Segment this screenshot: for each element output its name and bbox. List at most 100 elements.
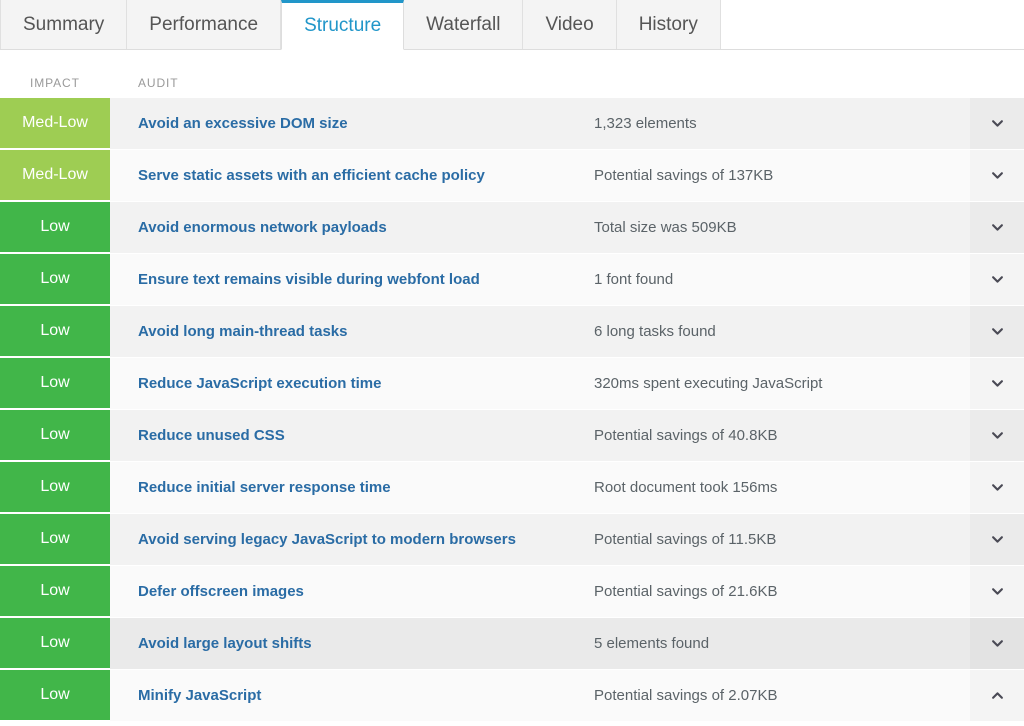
- impact-badge: Low: [0, 254, 110, 305]
- chevron-down-icon: [991, 325, 1004, 338]
- audit-link[interactable]: Reduce JavaScript execution time: [138, 375, 381, 392]
- audit-value: 320ms spent executing JavaScript: [590, 358, 970, 409]
- table-row[interactable]: Low Avoid long main-thread tasks 6 long ta…: [0, 306, 1024, 358]
- chevron-down-icon: [991, 429, 1004, 442]
- expand-toggle-button[interactable]: [970, 98, 1024, 149]
- chevron-down-icon: [991, 221, 1004, 234]
- table-row[interactable]: Low Reduce JavaScript execution time 320ms…: [0, 358, 1024, 410]
- impact-badge-label: Low: [40, 322, 69, 340]
- impact-badge-label: Low: [40, 426, 69, 444]
- impact-badge: Low: [0, 358, 110, 409]
- impact-badge-label: Low: [40, 218, 69, 236]
- audit-cell: Reduce initial server response time: [110, 462, 590, 513]
- expand-toggle-button[interactable]: [970, 150, 1024, 201]
- audit-cell: Ensure text remains visible during webfo…: [110, 254, 590, 305]
- audit-value: Total size was 509KB: [590, 202, 970, 253]
- expand-toggle-button[interactable]: [970, 670, 1024, 721]
- audit-link[interactable]: Avoid large layout shifts: [138, 635, 312, 652]
- expand-toggle-button[interactable]: [970, 462, 1024, 513]
- impact-badge-label: Low: [40, 478, 69, 496]
- audit-cell: Avoid enormous network payloads: [110, 202, 590, 253]
- tab-structure[interactable]: Structure: [281, 0, 404, 50]
- table-row[interactable]: Low Ensure text remains visible during we…: [0, 254, 1024, 306]
- table-row[interactable]: LowMinify JavaScriptPotential savings of…: [0, 670, 1024, 722]
- audit-cell: Avoid long main-thread tasks: [110, 306, 590, 357]
- tab-label: Structure: [304, 15, 381, 37]
- tab-performance[interactable]: Performance: [127, 0, 281, 49]
- table-row[interactable]: Low Avoid large layout shifts 5 elements f…: [0, 618, 1024, 670]
- expand-toggle-button[interactable]: [970, 202, 1024, 253]
- impact-badge: Low: [0, 566, 110, 617]
- chevron-down-icon: [991, 585, 1004, 598]
- table-row[interactable]: Low Reduce initial server response time Ro…: [0, 462, 1024, 514]
- column-header-impact-label: IMPACT: [30, 76, 80, 90]
- impact-badge-label: Low: [40, 634, 69, 652]
- tab-label: Waterfall: [426, 14, 500, 36]
- table-row[interactable]: Low Avoid enormous network payloads Total …: [0, 202, 1024, 254]
- tab-waterfall[interactable]: Waterfall: [404, 0, 523, 49]
- chevron-down-icon: [991, 377, 1004, 390]
- tab-label: Video: [545, 14, 593, 36]
- audit-value: 1 font found: [590, 254, 970, 305]
- expand-toggle-button[interactable]: [970, 566, 1024, 617]
- impact-badge: Low: [0, 462, 110, 513]
- audit-link[interactable]: Avoid long main-thread tasks: [138, 323, 347, 340]
- tab-video[interactable]: Video: [523, 0, 616, 49]
- column-header-audit: AUDIT: [110, 74, 179, 92]
- column-headers: IMPACT AUDIT: [0, 50, 1024, 98]
- impact-badge: Med-Low: [0, 98, 110, 149]
- expand-toggle-button[interactable]: [970, 254, 1024, 305]
- chevron-down-icon: [991, 533, 1004, 546]
- audit-link[interactable]: Defer offscreen images: [138, 583, 304, 600]
- chevron-down-icon: [991, 169, 1004, 182]
- audit-cell: Defer offscreen images: [110, 566, 590, 617]
- table-row[interactable]: LowReduce unused CSSPotential savings of…: [0, 410, 1024, 462]
- audit-cell: Avoid an excessive DOM size: [110, 98, 590, 149]
- column-header-audit-label: AUDIT: [138, 76, 179, 90]
- table-row[interactable]: Med-Low Serve static assets with an effic…: [0, 150, 1024, 202]
- tab-history[interactable]: History: [617, 0, 721, 49]
- tab-strip: Summary Performance Structure Waterfall Vide…: [0, 0, 764, 49]
- impact-badge-label: Low: [40, 530, 69, 548]
- audit-link[interactable]: Reduce unused CSS: [138, 427, 285, 444]
- chevron-up-icon: [991, 689, 1004, 702]
- tab-bar: Summary Performance Structure Waterfall Vide…: [0, 0, 1024, 50]
- impact-badge-label: Med-Low: [22, 166, 88, 184]
- chevron-down-icon: [991, 117, 1004, 130]
- audit-value: 5 elements found: [590, 618, 970, 669]
- audit-value: 6 long tasks found: [590, 306, 970, 357]
- audit-link[interactable]: Minify JavaScript: [138, 687, 261, 704]
- audit-cell: Minify JavaScript: [110, 670, 590, 721]
- table-row[interactable]: Low Avoid serving legacy JavaScript to mo…: [0, 514, 1024, 566]
- impact-badge: Low: [0, 618, 110, 669]
- audit-link[interactable]: Avoid an excessive DOM size: [138, 115, 348, 132]
- chevron-down-icon: [991, 273, 1004, 286]
- audit-cell: Avoid large layout shifts: [110, 618, 590, 669]
- impact-badge: Low: [0, 202, 110, 253]
- audit-table: Med-LowAvoid an excessive DOM size1,323 …: [0, 98, 1024, 722]
- chevron-down-icon: [991, 637, 1004, 650]
- audit-link[interactable]: Ensure text remains visible during webfo…: [138, 271, 480, 288]
- tab-summary[interactable]: Summary: [0, 0, 127, 49]
- audit-link[interactable]: Avoid enormous network payloads: [138, 219, 387, 236]
- audit-link[interactable]: Avoid serving legacy JavaScript to moder…: [138, 531, 516, 548]
- table-row[interactable]: LowDefer offscreen imagesPotential savin…: [0, 566, 1024, 618]
- expand-toggle-button[interactable]: [970, 358, 1024, 409]
- impact-badge-label: Low: [40, 686, 69, 704]
- expand-toggle-button[interactable]: [970, 410, 1024, 461]
- audit-value: Potential savings of 11.5KB: [590, 514, 970, 565]
- tab-label: Performance: [149, 14, 258, 36]
- impact-badge-label: Low: [40, 270, 69, 288]
- audit-value: Root document took 156ms: [590, 462, 970, 513]
- tab-label: History: [639, 14, 698, 36]
- audit-cell: Serve static assets with an efficient ca…: [110, 150, 590, 201]
- audit-link[interactable]: Serve static assets with an efficient ca…: [138, 167, 485, 184]
- impact-badge: Low: [0, 670, 110, 721]
- chevron-down-icon: [991, 481, 1004, 494]
- expand-toggle-button[interactable]: [970, 306, 1024, 357]
- expand-toggle-button[interactable]: [970, 514, 1024, 565]
- expand-toggle-button[interactable]: [970, 618, 1024, 669]
- table-row[interactable]: Med-LowAvoid an excessive DOM size1,323 …: [0, 98, 1024, 150]
- audit-link[interactable]: Reduce initial server response time: [138, 479, 391, 496]
- audit-cell: Reduce unused CSS: [110, 410, 590, 461]
